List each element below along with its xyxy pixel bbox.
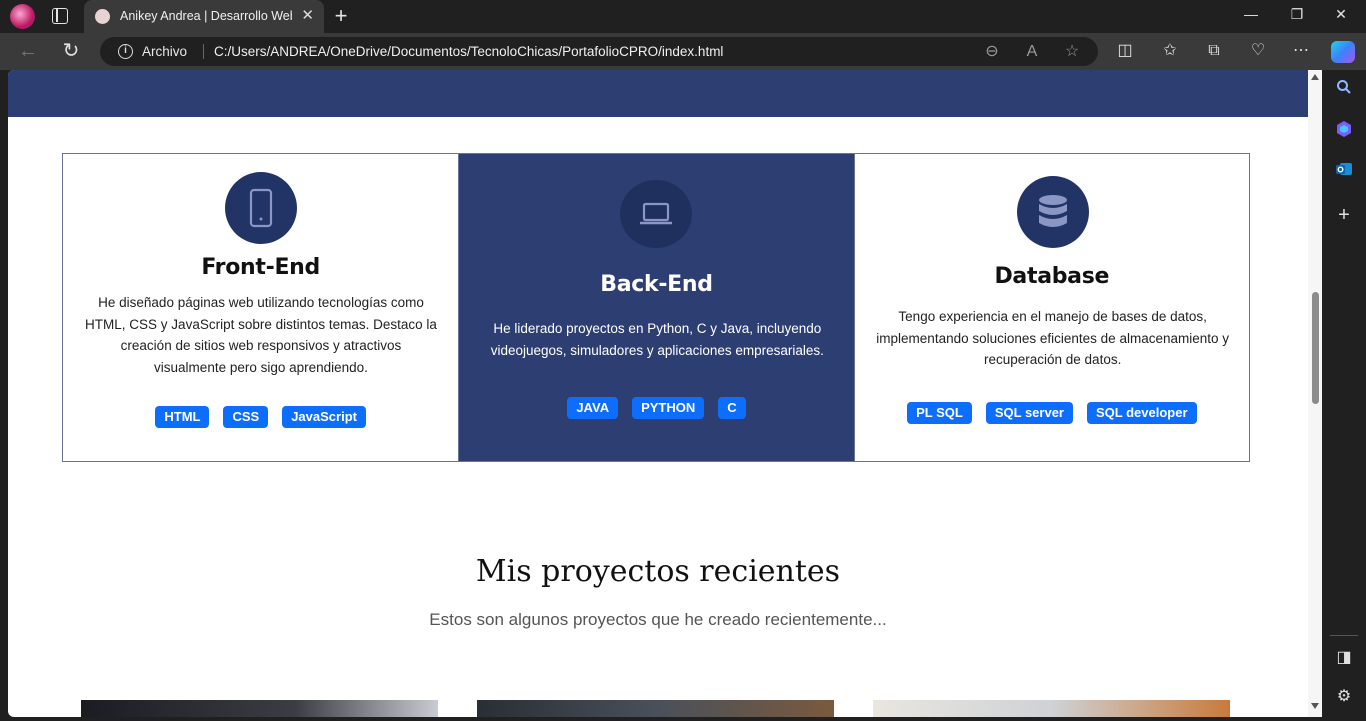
copilot-icon[interactable]: [1331, 41, 1355, 63]
projects-section-title: Mis proyectos recientes: [475, 554, 841, 589]
hero-section-bottom: [8, 70, 1308, 117]
more-options-icon[interactable]: ⋯: [1290, 41, 1312, 61]
read-aloud-icon[interactable]: A: [1022, 42, 1042, 61]
refresh-icon[interactable]: ↻: [58, 39, 84, 63]
card-description: He diseñado páginas web utilizando tecno…: [85, 295, 437, 376]
card-database: Database Tengo experiencia en el manejo …: [853, 154, 1249, 461]
page-viewport: Front-End He diseñado páginas web utiliz…: [8, 70, 1322, 717]
card-title: Back-End: [600, 272, 713, 297]
split-screen-icon[interactable]: ◫: [1114, 41, 1136, 61]
tag-sql-developer: SQL developer: [1086, 402, 1197, 424]
mobile-phone-icon: [225, 172, 297, 244]
card-title: Front-End: [201, 255, 320, 280]
scroll-thumb[interactable]: [1312, 292, 1319, 404]
zoom-out-icon[interactable]: ⊖: [982, 42, 1002, 61]
card-title: Database: [994, 264, 1110, 289]
address-bar[interactable]: i Archivo C:/Users/ANDREA/OneDrive/Docum…: [100, 37, 1098, 66]
project-thumbnail[interactable]: [873, 700, 1230, 717]
outlook-icon[interactable]: [1332, 160, 1356, 184]
address-divider: [203, 44, 204, 59]
tag-sql-server: SQL server: [985, 402, 1073, 424]
project-thumbnail[interactable]: [477, 700, 834, 717]
tab-title: Anikey Andrea | Desarrollo Web F: [120, 9, 292, 23]
collections-icon[interactable]: ⧉: [1203, 41, 1225, 61]
tag-javascript: JavaScript: [282, 406, 366, 428]
skills-cards: Front-End He diseñado páginas web utiliz…: [62, 153, 1250, 462]
tab-favicon-icon: [95, 9, 110, 24]
project-thumbnail[interactable]: [81, 700, 438, 717]
tag-list: JAVA PYTHON C: [459, 397, 853, 419]
address-scheme-label: Archivo: [142, 44, 188, 59]
tag-java: JAVA: [567, 397, 619, 419]
browser-essentials-icon[interactable]: ♡: [1247, 41, 1269, 61]
sidebar-divider: [1330, 635, 1358, 636]
page-scrollbar[interactable]: [1308, 70, 1322, 717]
card-description: Tengo experiencia en el manejo de bases …: [876, 309, 1229, 368]
browser-toolbar: ← ↻ i Archivo C:/Users/ANDREA/OneDrive/D…: [0, 33, 1366, 70]
project-thumbnails: [81, 700, 1231, 717]
back-arrow-icon[interactable]: ←: [15, 39, 41, 63]
tag-python: PYTHON: [632, 397, 705, 419]
close-window-button[interactable]: ✕: [1318, 6, 1364, 23]
card-back-end: Back-End He liderado proyectos en Python…: [458, 154, 854, 461]
minimize-button[interactable]: —: [1228, 6, 1274, 22]
favorites-icon[interactable]: ✩: [1159, 41, 1181, 61]
tag-c: C: [718, 397, 746, 419]
edge-sidebar: + ◨ ⚙: [1322, 70, 1366, 721]
laptop-icon: [620, 180, 693, 248]
card-description: He liderado proyectos en Python, C y Jav…: [490, 321, 824, 358]
tag-pl-sql: PL SQL: [907, 402, 972, 424]
add-sidebar-app-icon[interactable]: +: [1332, 203, 1356, 227]
favorite-star-icon[interactable]: ☆: [1062, 42, 1082, 61]
profile-avatar[interactable]: [10, 4, 35, 29]
scroll-down-arrow-icon[interactable]: [1311, 703, 1319, 709]
address-url[interactable]: C:/Users/ANDREA/OneDrive/Documentos/Tecn…: [214, 44, 723, 59]
card-front-end: Front-End He diseñado páginas web utiliz…: [63, 154, 458, 461]
tag-list: PL SQL SQL server SQL developer: [855, 402, 1249, 424]
scroll-up-arrow-icon[interactable]: [1311, 74, 1319, 80]
copilot-sidebar-icon[interactable]: [1332, 120, 1356, 144]
tab-close-icon[interactable]: ✕: [301, 7, 314, 25]
hide-sidebar-icon[interactable]: ◨: [1332, 646, 1356, 670]
settings-gear-icon[interactable]: ⚙: [1332, 685, 1356, 709]
maximize-button[interactable]: ❐: [1274, 6, 1320, 23]
tab-actions-icon[interactable]: [52, 8, 68, 24]
new-tab-button[interactable]: +: [330, 4, 352, 28]
search-icon[interactable]: [1332, 79, 1356, 103]
browser-title-bar: Anikey Andrea | Desarrollo Web F ✕ + — ❐…: [0, 0, 1366, 33]
database-icon: [1016, 176, 1089, 248]
projects-section-subtitle: Estos son algunos proyectos que he cread…: [429, 610, 887, 629]
tag-html: HTML: [155, 406, 210, 428]
tag-css: CSS: [223, 406, 269, 428]
tag-list: HTML CSS JavaScript: [63, 406, 458, 428]
browser-tab[interactable]: Anikey Andrea | Desarrollo Web F ✕: [84, 0, 324, 33]
info-icon[interactable]: i: [118, 44, 133, 59]
